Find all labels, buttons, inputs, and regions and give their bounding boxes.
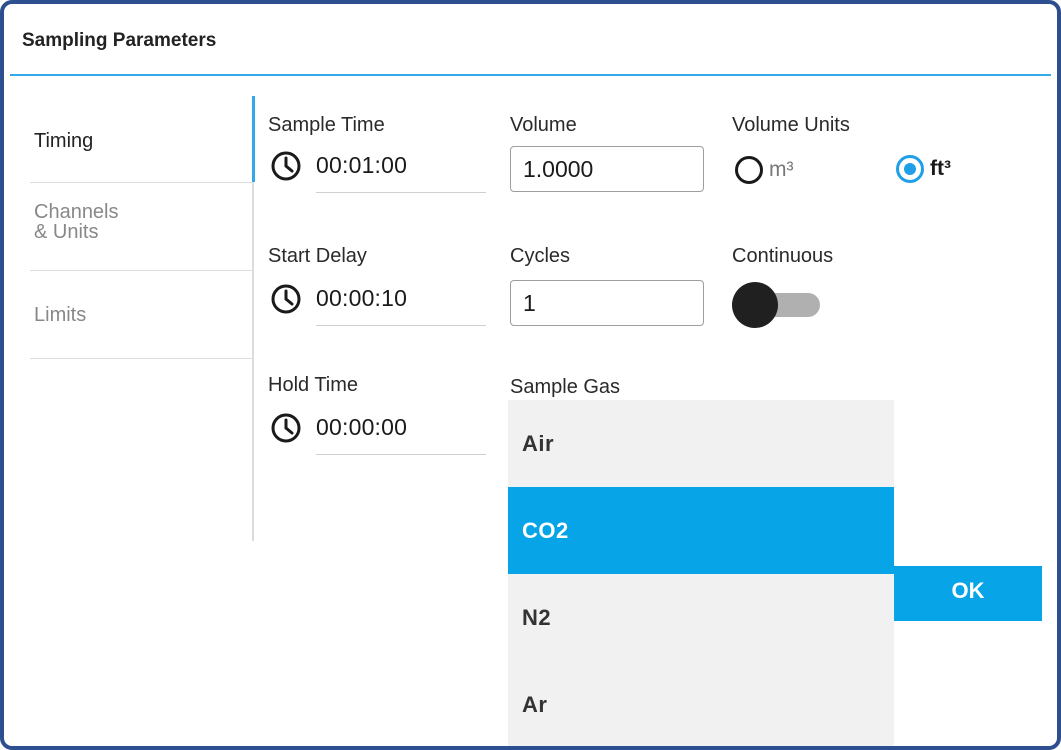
toggle-knob xyxy=(732,282,778,328)
sample-gas-dropdown-list: Air CO2 N2 Ar xyxy=(508,400,894,746)
sidebar-item-label: Timing xyxy=(34,130,94,152)
hold-time-field[interactable]: 00:00:00 xyxy=(271,408,486,455)
clock-icon xyxy=(271,413,301,443)
sample-time-value: 00:01:00 xyxy=(316,152,408,178)
option-label: CO2 xyxy=(522,517,569,543)
sampling-parameters-dialog: Sampling Parameters Timing Channels & Un… xyxy=(0,0,1061,750)
cycles-input[interactable] xyxy=(510,280,704,326)
volume-label: Volume xyxy=(510,114,577,136)
dropdown-option-ar[interactable]: Ar xyxy=(508,661,894,746)
volume-units-label: Volume Units xyxy=(732,114,850,136)
hold-time-value: 00:00:00 xyxy=(316,414,408,440)
clock-icon xyxy=(271,284,301,314)
clock-icon xyxy=(271,151,301,181)
continuous-toggle[interactable] xyxy=(732,282,822,328)
start-delay-value: 00:00:10 xyxy=(316,285,408,311)
dialog-title: Sampling Parameters xyxy=(22,30,217,51)
sidebar-item-label: Channels & Units xyxy=(34,201,119,243)
sample-time-label: Sample Time xyxy=(268,114,385,136)
ok-button[interactable]: OK xyxy=(894,566,1042,621)
sample-gas-label: Sample Gas xyxy=(510,376,621,398)
option-label: N2 xyxy=(522,604,552,630)
dropdown-option-air[interactable]: Air xyxy=(508,400,894,487)
radio-label: ft³ xyxy=(930,157,951,180)
sidebar-active-indicator xyxy=(252,96,255,182)
radio-circle xyxy=(896,155,924,183)
sample-time-field[interactable]: 00:01:00 xyxy=(271,146,486,193)
dropdown-option-co2[interactable]: CO2 xyxy=(508,487,894,574)
title-divider xyxy=(10,74,1051,76)
volume-unit-m3-radio[interactable]: m³ xyxy=(735,156,794,184)
volume-unit-ft3-radio[interactable]: ft³ xyxy=(896,155,951,183)
dropdown-option-n2[interactable]: N2 xyxy=(508,574,894,661)
sidebar-item-limits[interactable]: Limits xyxy=(30,272,252,359)
start-delay-field[interactable]: 00:00:10 xyxy=(271,279,486,326)
volume-input[interactable] xyxy=(510,146,704,192)
start-delay-label: Start Delay xyxy=(268,245,367,267)
sidebar-item-channels-units[interactable]: Channels & Units xyxy=(30,184,252,271)
sidebar-item-timing[interactable]: Timing xyxy=(30,96,252,183)
hold-time-label: Hold Time xyxy=(268,374,359,396)
cycles-label: Cycles xyxy=(510,245,571,267)
sidebar-item-label: Limits xyxy=(34,304,87,326)
option-label: Air xyxy=(522,430,555,456)
option-label: Ar xyxy=(522,691,548,717)
continuous-label: Continuous xyxy=(732,245,834,267)
radio-circle xyxy=(735,156,763,184)
radio-label: m³ xyxy=(769,158,794,181)
